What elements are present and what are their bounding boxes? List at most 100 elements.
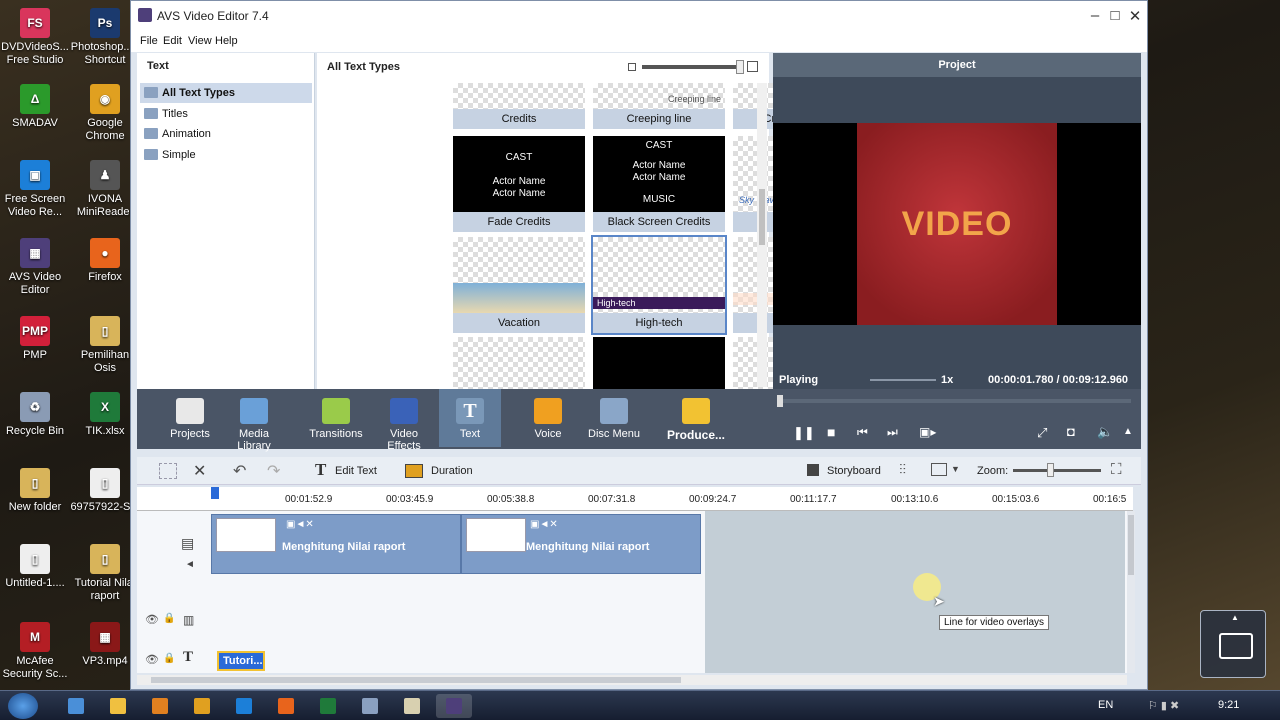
taskbar-app[interactable] — [310, 694, 346, 718]
taskbar-app[interactable] — [226, 694, 262, 718]
small-thumbs-icon[interactable] — [628, 63, 636, 71]
storyboard-icon[interactable] — [807, 464, 819, 476]
toolbar-disc-menu-button[interactable]: Disc Menu — [583, 389, 645, 447]
start-button[interactable] — [8, 693, 38, 719]
toolbar-media-library-button[interactable]: Media Library — [223, 389, 285, 452]
edit-text-button[interactable]: Edit Text — [335, 465, 377, 477]
large-thumbs-icon[interactable] — [747, 61, 758, 72]
duration-icon[interactable] — [405, 464, 423, 478]
volume-arrow-icon[interactable]: ▲ — [1123, 426, 1133, 437]
toolbar-transitions-button[interactable]: Transitions — [305, 389, 367, 447]
speed-slider[interactable] — [870, 379, 936, 381]
audio-mixer-icon[interactable]: ⫶⫶ — [899, 461, 906, 478]
eye-icon[interactable]: 👁 — [145, 613, 159, 626]
playhead-marker[interactable] — [211, 487, 219, 499]
desktop-icon[interactable]: ▯ Untitled-1.... — [0, 544, 70, 590]
thumbnail-credits[interactable]: Credits — [453, 83, 585, 129]
seek-handle[interactable] — [777, 395, 783, 407]
scrollbar-thumb[interactable] — [151, 677, 681, 683]
select-icon[interactable] — [159, 463, 177, 479]
track-scrollbar[interactable] — [1127, 511, 1135, 673]
taskbar-app[interactable] — [184, 694, 220, 718]
thumbnail-fade-credits[interactable]: CAST Actor Name Actor Name Fade Credits — [453, 136, 585, 232]
thumbnail-size-slider[interactable] — [642, 65, 742, 69]
tree-item-simple[interactable]: Simple — [140, 145, 312, 165]
lock-icon[interactable]: 🔒 — [163, 653, 175, 664]
toolbar-projects-button[interactable]: Projects — [159, 389, 221, 447]
minimize-button[interactable]: – — [1085, 7, 1105, 24]
menu-file[interactable]: File — [140, 35, 158, 47]
slider-handle[interactable] — [736, 60, 744, 74]
pause-icon[interactable]: ❚❚ — [793, 425, 815, 441]
taskbar-app[interactable] — [100, 694, 136, 718]
toolbar-voice-button[interactable]: Voice — [517, 389, 579, 447]
desktop-icon[interactable]: ▦ AVS Video Editor — [0, 238, 70, 297]
stop-icon[interactable]: ■ — [827, 424, 835, 440]
close-button[interactable]: ✕ — [1125, 7, 1145, 25]
fullscreen-icon[interactable]: ⤢ — [1037, 425, 1047, 441]
taskbar-app[interactable] — [268, 694, 304, 718]
thumbnail-high-tech[interactable]: High-tech High-tech — [591, 235, 727, 335]
zoom-slider[interactable] — [1013, 469, 1101, 472]
mute-track-icon[interactable]: ◄ — [185, 559, 195, 570]
taskbar-app[interactable] — [58, 694, 94, 718]
taskbar-app[interactable] — [394, 694, 430, 718]
duration-button[interactable]: Duration — [431, 465, 473, 477]
delete-icon[interactable]: ✕ — [193, 461, 206, 481]
eye-icon[interactable]: 👁 — [145, 653, 159, 666]
tree-item-titles[interactable]: Titles — [140, 104, 312, 124]
desktop-icon[interactable]: PMP PMP — [0, 316, 70, 362]
desktop-icon[interactable]: M McAfee Security Sc... — [0, 622, 70, 681]
desktop-icon[interactable]: FS DVDVideoS... Free Studio — [0, 8, 70, 67]
scrollbar-thumb[interactable] — [759, 189, 765, 245]
redo-icon[interactable]: ↷ — [267, 461, 280, 481]
toolbar-text-button[interactable]: T Text — [439, 389, 501, 447]
next-frame-icon[interactable]: ⏭ — [887, 425, 898, 440]
thumbnail-more[interactable] — [453, 337, 585, 389]
menu-view[interactable]: View — [188, 35, 212, 47]
scrollbar-thumb[interactable] — [1128, 515, 1134, 575]
tree-item-all-text-types[interactable]: All Text Types — [140, 83, 312, 103]
thumbnail-black-screen-credits[interactable]: CAST Actor Name Actor Name MUSIC Black Scree… — [593, 136, 725, 232]
language-indicator[interactable]: EN — [1098, 699, 1113, 711]
volume-icon[interactable]: 🔈 — [1097, 424, 1113, 440]
dropdown-arrow-icon[interactable]: ▼ — [951, 464, 960, 474]
tree-item-animation[interactable]: Animation — [140, 124, 312, 144]
text-clip[interactable]: Tutori... — [217, 651, 265, 671]
fit-timeline-icon[interactable]: ⛶ — [1111, 461, 1122, 478]
playback-status: Playing — [779, 374, 819, 386]
tray-icons[interactable]: ⚐ ▮ ✖ — [1148, 699, 1179, 712]
previous-frame-icon[interactable]: ⏮ — [857, 425, 868, 440]
menu-edit[interactable]: Edit — [163, 35, 182, 47]
zoom-label: Zoom: — [977, 465, 1009, 477]
edit-text-icon[interactable]: T — [315, 460, 326, 480]
gallery-scrollbar[interactable] — [757, 83, 767, 387]
snapshot-icon[interactable]: ◘ — [1067, 424, 1075, 439]
desktop-icon[interactable]: ♻ Recycle Bin — [0, 392, 70, 438]
thumbnail-vacation[interactable]: Vacation — [453, 237, 585, 333]
maximize-button[interactable]: □ — [1105, 7, 1125, 24]
lock-icon[interactable]: 🔒 — [163, 613, 175, 624]
zoom-handle[interactable] — [1047, 463, 1054, 477]
screen-options-icon[interactable] — [931, 463, 947, 476]
video-clip[interactable]: ▣◄✕ Menghitung Nilai raport — [211, 514, 461, 574]
thumbnail-more[interactable] — [593, 337, 725, 389]
timeline-hscroll[interactable] — [137, 675, 1127, 685]
video-clip[interactable]: ▣◄✕ Menghitung Nilai raport — [461, 514, 701, 574]
taskbar-app[interactable] — [436, 694, 472, 718]
thumbnail-creeping-line[interactable]: Creeping line Creeping line — [593, 83, 725, 129]
undo-icon[interactable]: ↶ — [233, 461, 246, 481]
desktop-icon[interactable]: Δ SMADAV — [0, 84, 70, 130]
storyboard-button[interactable]: Storyboard — [827, 465, 881, 477]
desktop-icon[interactable]: ▯ New folder — [0, 468, 70, 514]
desktop-icon-image: ▯ — [20, 468, 50, 498]
taskbar-app[interactable] — [142, 694, 178, 718]
play-to-end-icon[interactable]: ▣▸ — [919, 425, 936, 439]
toolbar-produce-button[interactable]: Produce... — [657, 389, 735, 447]
desktop-icon[interactable]: ▣ Free Screen Video Re... — [0, 160, 70, 219]
menu-help[interactable]: Help — [215, 35, 238, 47]
toolbar-video-effects-button[interactable]: Video Effects — [373, 389, 435, 452]
floating-widget[interactable]: ▲ — [1200, 610, 1266, 678]
taskbar-app[interactable] — [352, 694, 388, 718]
seek-bar[interactable] — [779, 399, 1131, 403]
